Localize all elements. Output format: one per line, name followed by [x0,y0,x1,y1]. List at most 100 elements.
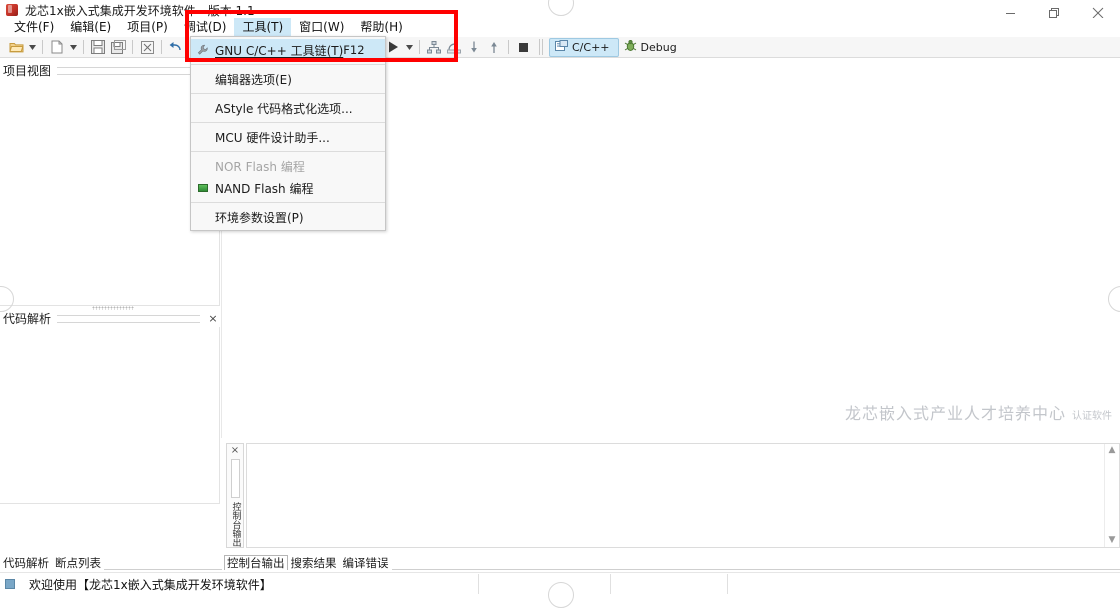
project-view-panel: 项目视图 [0,62,220,306]
menu-item-nand-flash-programming-label: NAND Flash 编程 [215,180,385,197]
left-tab-strip: 代码解析 断点列表 [0,555,222,570]
step-return-icon[interactable] [484,38,504,57]
toolbar-separator [161,40,162,54]
menu-separator [191,122,385,123]
menu-separator [191,151,385,152]
menu-item-environment-settings[interactable]: 环境参数设置(P) [191,206,385,228]
stop-icon[interactable] [513,38,533,57]
console-minimized-strip[interactable]: × 控制台输出 [226,443,244,548]
console-restore-bar[interactable] [231,459,240,498]
toolbar-separator [508,40,509,54]
menu-debug[interactable]: 调试(D) [176,18,235,37]
scroll-up-icon[interactable]: ▲ [1109,444,1116,457]
project-view-header: 项目视图 [0,62,220,79]
open-folder-dropdown-caret[interactable] [26,38,38,57]
menu-item-editor-options-label: 编辑器选项(E) [215,71,385,88]
toolbar-separator [419,40,420,54]
status-separator [727,574,728,594]
nand-flash-icon [191,177,215,199]
menu-project[interactable]: 项目(P) [119,18,176,37]
menu-separator [191,202,385,203]
menu-item-nor-flash-programming: NOR Flash 编程 [191,155,385,177]
console-status-icon [5,579,15,589]
watermark-main-text: 龙芯嵌入式产业人才培养中心 [845,400,1066,424]
run-dropdown-caret[interactable] [403,38,415,57]
menu-item-gutter [191,206,215,228]
save-icon[interactable] [88,38,108,57]
tab-breakpoints[interactable]: 断点列表 [52,556,104,570]
menu-window[interactable]: 窗口(W) [291,18,352,37]
console-vertical-scrollbar[interactable]: ▲ ▼ [1104,444,1119,547]
perspective-debug-label: Debug [641,41,677,54]
status-message: 欢迎使用【龙芯1x嵌入式集成开发环境软件】 [29,576,272,593]
step-over-icon[interactable] [444,38,464,57]
editor-watermark: 龙芯嵌入式产业人才培养中心 认证软件 [845,400,1112,424]
menu-item-nor-flash-programming-label: NOR Flash 编程 [215,158,385,175]
scroll-down-icon[interactable]: ▼ [1109,534,1116,547]
menu-item-gnu-toolchain[interactable]: GNU C/C++ 工具链(T) F12 [191,39,385,61]
tab-strip-filler [104,555,222,570]
workbench: 项目视图 代码解析 × 龙芯嵌入式产业人才培养中心 认证软件 [0,58,1120,556]
debug-hierarchy-icon[interactable] [424,38,444,57]
cpp-perspective-icon [555,40,568,55]
console-area: × 控制台输出 ▲ ▼ [222,441,1120,558]
new-file-icon[interactable] [47,38,67,57]
decorative-circle [548,582,574,608]
close-icon[interactable]: × [231,446,239,456]
code-parse-header: 代码解析 × [0,310,220,327]
perspective-debug[interactable]: Debug [619,39,685,56]
menu-item-gutter [191,68,215,90]
undo-icon[interactable] [166,38,186,57]
menu-item-environment-settings-label: 环境参数设置(P) [215,209,385,226]
menu-item-mcu-hardware-assistant-label: MCU 硬件设计助手... [215,129,385,146]
debug-perspective-icon [624,40,637,55]
menu-bar: 文件(F) 编辑(E) 项目(P) 调试(D) 工具(T) 窗口(W) 帮助(H… [0,18,1120,37]
tab-console-output[interactable]: 控制台输出 [224,555,288,570]
save-all-icon[interactable] [108,38,128,57]
menu-item-nand-flash-programming[interactable]: NAND Flash 编程 [191,177,385,199]
window-title: 龙芯1x嵌入式集成开发环境软件 - 版本 1.1 [25,2,255,19]
tab-code-parse[interactable]: 代码解析 [0,556,52,570]
menu-item-gutter [191,97,215,119]
menu-item-gutter [191,126,215,148]
toolbar-separator [132,40,133,54]
perspective-cpp[interactable]: C/C++ [549,38,619,57]
watermark-sub-text: 认证软件 [1072,407,1112,422]
open-folder-icon[interactable] [6,38,26,57]
code-parse-panel: 代码解析 × [0,310,220,504]
application-window: 龙芯1x嵌入式集成开发环境软件 - 版本 1.1 文件(F) 编辑(E) 项目(… [0,0,1120,594]
menu-item-editor-options[interactable]: 编辑器选项(E) [191,68,385,90]
console-vertical-tab-label[interactable]: 控制台输出 [230,502,241,547]
menu-item-gutter [191,155,215,177]
tab-compile-errors[interactable]: 编译错误 [340,556,392,570]
code-parse-body[interactable] [0,327,220,504]
menu-item-gnu-toolchain-shortcut: F12 [343,43,386,57]
menu-help[interactable]: 帮助(H) [352,18,410,37]
tools-dropdown-menu: GNU C/C++ 工具链(T) F12 编辑器选项(E) AStyle 代码格… [190,36,386,231]
menu-file[interactable]: 文件(F) [6,18,62,37]
menu-separator [191,64,385,65]
menu-item-mcu-hardware-assistant[interactable]: MCU 硬件设计助手... [191,126,385,148]
console-output-box[interactable]: ▲ ▼ [246,443,1120,548]
build-clean-icon[interactable] [137,38,157,57]
menu-edit[interactable]: 编辑(E) [62,18,119,37]
main-toolbar: C/C++ Debug [0,37,1120,58]
tab-search-results[interactable]: 搜索结果 [288,556,340,570]
menu-tools[interactable]: 工具(T) [234,18,291,37]
toolbar-separator [42,40,43,54]
app-icon [6,4,18,16]
step-into-icon[interactable] [464,38,484,57]
tab-strip-filler [392,555,1120,570]
perspective-cpp-label: C/C++ [572,41,610,54]
toolbar-separator [83,40,84,54]
project-view-title: 项目视图 [0,62,51,79]
panel-rule [57,315,200,323]
menu-separator [191,93,385,94]
menu-item-astyle-format-options[interactable]: AStyle 代码格式化选项... [191,97,385,119]
menu-item-gnu-toolchain-label: GNU C/C++ 工具链(T) [215,42,343,59]
new-file-dropdown-caret[interactable] [67,38,79,57]
project-view-body[interactable] [0,79,220,306]
panel-drag-grip[interactable] [92,306,134,310]
close-icon[interactable]: × [206,314,220,324]
right-tab-strip: 控制台输出 搜索结果 编译错误 [224,555,1120,570]
